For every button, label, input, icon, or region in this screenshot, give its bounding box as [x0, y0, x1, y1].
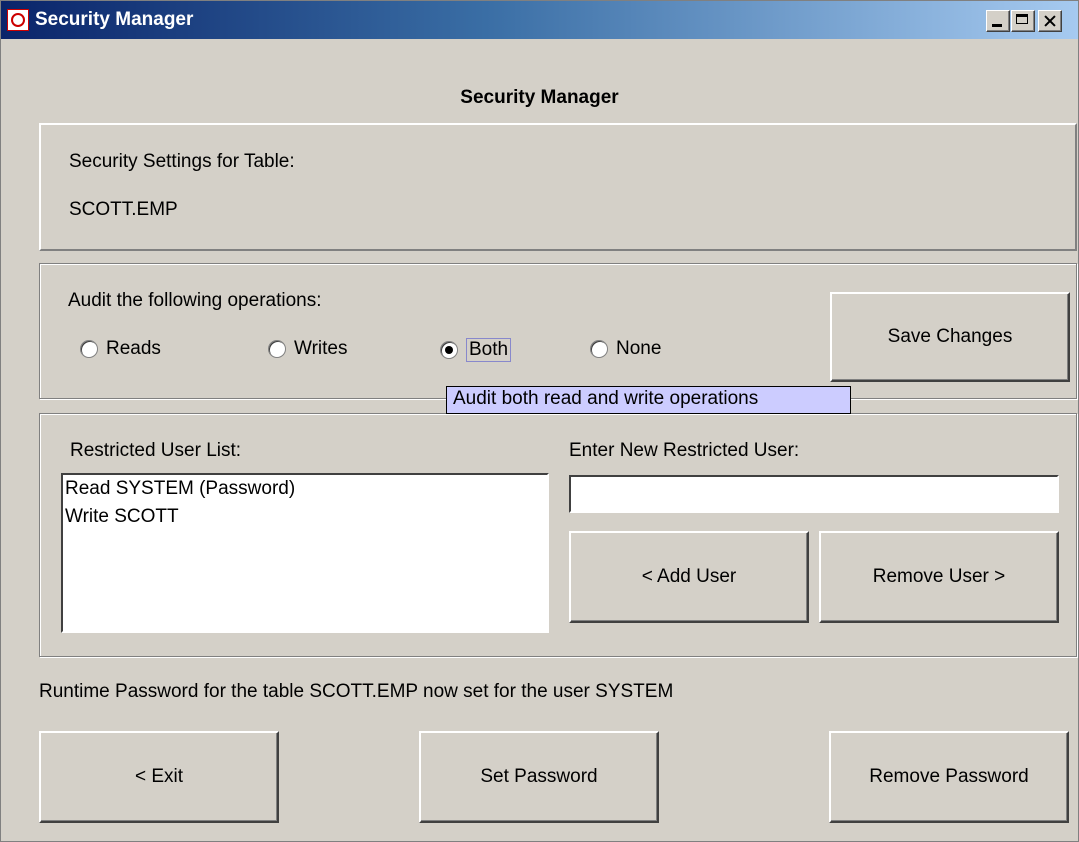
new-user-input[interactable] [569, 475, 1059, 513]
save-changes-button[interactable]: Save Changes [830, 292, 1070, 382]
tooltip: Audit both read and write operations [446, 386, 851, 414]
audit-panel: Audit the following operations: Reads Wr… [39, 263, 1077, 399]
page-title: Security Manager [460, 87, 619, 108]
title-bar[interactable]: Security Manager [1, 1, 1078, 39]
radio-both[interactable]: Both [440, 338, 512, 362]
restricted-user-list[interactable]: Read SYSTEM (Password) Write SCOTT [61, 473, 549, 633]
restricted-user-list-label: Restricted User List: [70, 440, 242, 461]
table-settings-label: Security Settings for Table: [69, 151, 295, 172]
radio-reads-circle[interactable] [80, 340, 98, 358]
remove-password-button[interactable]: Remove Password [829, 731, 1069, 823]
radio-both-circle[interactable] [440, 341, 458, 359]
maximize-icon[interactable] [1011, 10, 1035, 32]
close-icon[interactable] [1038, 10, 1062, 32]
radio-writes-circle[interactable] [268, 340, 286, 358]
table-settings-panel: Security Settings for Table: SCOTT.EMP [39, 123, 1077, 251]
list-item[interactable]: Read SYSTEM (Password) [63, 475, 547, 503]
radio-writes-label: Writes [294, 338, 348, 359]
list-item[interactable]: Write SCOTT [63, 503, 547, 531]
exit-button[interactable]: < Exit [39, 731, 279, 823]
remove-user-button[interactable]: Remove User > [819, 531, 1059, 623]
audit-label: Audit the following operations: [68, 290, 322, 311]
window-title: Security Manager [35, 9, 194, 30]
minimize-icon[interactable] [986, 10, 1010, 32]
new-restricted-user-label: Enter New Restricted User: [569, 440, 800, 461]
radio-writes[interactable]: Writes [268, 338, 347, 360]
app-icon[interactable] [7, 9, 29, 31]
table-name: SCOTT.EMP [69, 199, 178, 220]
security-manager-window: Security Manager Security Manager Securi… [0, 0, 1079, 842]
add-user-button[interactable]: < Add User [569, 531, 809, 623]
radio-none-circle[interactable] [590, 340, 608, 358]
radio-none[interactable]: None [590, 338, 661, 360]
set-password-button[interactable]: Set Password [419, 731, 659, 823]
radio-reads-label: Reads [106, 338, 161, 359]
radio-reads[interactable]: Reads [80, 338, 161, 360]
status-text: Runtime Password for the table SCOTT.EMP… [39, 681, 674, 702]
radio-both-label: Both [466, 338, 512, 362]
radio-none-label: None [616, 338, 662, 359]
